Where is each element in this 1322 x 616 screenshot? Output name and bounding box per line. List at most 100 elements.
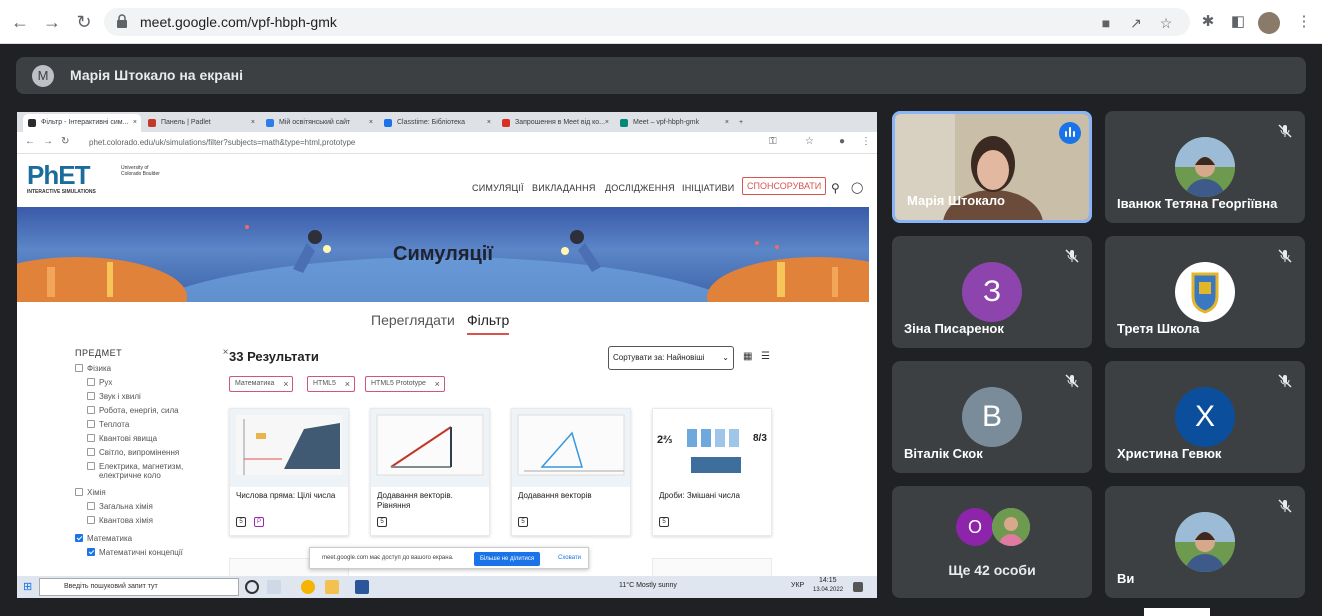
- participant-avatar: В: [962, 387, 1022, 447]
- participant-avatar: З: [962, 262, 1022, 322]
- notifications-icon: [853, 582, 863, 592]
- shared-address-bar: ← → ↻ phet.colorado.edu/uk/simulations/f…: [17, 132, 877, 154]
- profile-avatar[interactable]: [1258, 12, 1280, 34]
- clock-date: 13.04.2022: [813, 587, 844, 593]
- participant-tile[interactable]: В Віталік Скок: [892, 361, 1092, 473]
- mic-off-icon: [1278, 124, 1292, 138]
- hide-button: Сховати: [558, 555, 582, 561]
- browser-toolbar: ← → ↻ meet.google.com/vpf-hbph-gmk ■ ↗ ☆…: [0, 0, 1322, 44]
- shared-tab: Фільтр - Інтерактивні сим... ×: [23, 114, 141, 132]
- participant-name: Іванюк Тетяна Георгіївна: [1117, 196, 1278, 211]
- participant-photo: [1175, 137, 1235, 197]
- checkbox-checked: [87, 548, 95, 556]
- clock-time: 14:15: [819, 577, 837, 584]
- participant-tile[interactable]: Марія Штокало: [892, 111, 1092, 223]
- menu-initiatives: ІНІЦІАТИВИ: [682, 183, 735, 193]
- participant-photo: [1175, 512, 1235, 572]
- share-icon[interactable]: ↗: [1128, 15, 1144, 31]
- prototype-icon: P: [254, 517, 264, 527]
- shared-screen: Фільтр - Інтерактивні сим... × Панель | P…: [17, 112, 877, 598]
- participant-tile[interactable]: Іванюк Тетяна Георгіївна: [1105, 111, 1305, 223]
- filter-general-chem: Загальна хімія: [87, 502, 225, 516]
- checkbox: [87, 434, 95, 442]
- tab-favicon: [148, 119, 156, 127]
- tab-favicon: [266, 119, 274, 127]
- shared-tab: Meet – vpf-hbph-gmk ×: [615, 114, 733, 132]
- sidebar-title: ПРЕДМЕТ ×: [75, 347, 229, 358]
- back-icon[interactable]: ←: [10, 12, 30, 32]
- url-text: meet.google.com/vpf-hbph-gmk: [140, 14, 337, 30]
- chevron-down-icon: ⌄: [722, 353, 729, 362]
- word-icon: [355, 580, 369, 594]
- menu-dots-icon: ⋮: [861, 136, 871, 147]
- shared-tab: Панель | Padlet ×: [143, 114, 259, 132]
- tab-favicon: [384, 119, 392, 127]
- sort-select: Сортувати за: Найновіші ⌄: [608, 346, 734, 370]
- menu-simulations: СИМУЛЯЦІЇ: [472, 183, 524, 193]
- star-icon[interactable]: ☆: [1158, 15, 1174, 31]
- shared-tab: Classtime: Бібліотека ×: [379, 114, 495, 132]
- participant-avatar: Х: [1175, 387, 1235, 447]
- reload-icon[interactable]: ↻: [74, 12, 94, 32]
- chrome-taskbar-icon: [301, 580, 315, 594]
- forward-icon[interactable]: →: [42, 12, 62, 32]
- presenter-avatar: M: [32, 65, 54, 87]
- participant-name: Зіна Писаренок: [904, 321, 1004, 336]
- html5-icon: 5: [518, 517, 528, 527]
- close-icon: ×: [250, 119, 255, 126]
- phet-header: PhET INTERACTIVE SIMULATIONS University …: [17, 155, 869, 207]
- address-bar[interactable]: meet.google.com/vpf-hbph-gmk ■ ↗ ☆: [104, 8, 1190, 36]
- menu-dots-icon[interactable]: ⋮: [1294, 12, 1314, 32]
- sim-card: 2⅔ 8/3 Дроби: Змішані числа 5: [652, 408, 772, 536]
- filter-sound: Звук і хвилі: [87, 392, 225, 406]
- bottom-edge-element: [1144, 608, 1210, 616]
- tab-favicon: [28, 119, 36, 127]
- close-icon: ×: [604, 119, 609, 126]
- presenter-banner: M Марія Штокало на екрані: [16, 57, 1306, 94]
- side-panel-icon[interactable]: ◧: [1228, 12, 1248, 32]
- participant-tile[interactable]: З Зіна Писаренок: [892, 236, 1092, 348]
- participant-tile[interactable]: Третя Школа: [1105, 236, 1305, 348]
- close-icon: ×: [344, 379, 350, 389]
- menu-research: ДОСЛІДЖЕННЯ: [605, 183, 675, 193]
- filter-chip: HTML5 Prototype ×: [365, 376, 445, 392]
- more-participants-tile[interactable]: О Ще 42 особи: [892, 486, 1092, 598]
- participant-name: Ви: [1117, 571, 1135, 586]
- sim-thumbnail: 2⅔ 8/3: [653, 409, 771, 487]
- participant-name: Христина Гевюк: [1117, 446, 1222, 461]
- filter-motion: Рух: [87, 378, 225, 392]
- sim-thumbnail: [230, 409, 348, 487]
- language-indicator: УКР: [791, 582, 805, 589]
- checkbox: [87, 420, 95, 428]
- more-participants-label: Ще 42 особи: [948, 562, 1036, 578]
- participant-tile-self[interactable]: Ви: [1105, 486, 1305, 598]
- filter-sidebar: ПРЕДМЕТ × Фізика Рух Звук і хвилі Робота,…: [75, 347, 229, 562]
- shared-tabstrip: Фільтр - Інтерактивні сим... × Панель | P…: [17, 112, 877, 132]
- mic-off-icon: [1278, 499, 1292, 513]
- extensions-icon[interactable]: ✱: [1198, 12, 1218, 32]
- camera-icon[interactable]: ■: [1098, 15, 1114, 31]
- subtabs: Переглядати Фільтр: [17, 308, 869, 338]
- sim-title: Дроби: Змішані числа: [659, 491, 740, 500]
- mic-off-icon: [1278, 374, 1292, 388]
- sim-card: Додавання векторів. Рівняння 5: [370, 408, 490, 536]
- close-icon: ×: [724, 119, 729, 126]
- filter-quantum-chem: Квантова хімія: [87, 516, 225, 530]
- checkbox: [87, 378, 95, 386]
- svg-text:8/3: 8/3: [753, 433, 767, 444]
- tab-favicon: [502, 119, 510, 127]
- filter-math-concepts: Математичні концепції: [87, 548, 225, 562]
- forward-icon: →: [43, 136, 53, 147]
- key-icon: ⚿: [769, 136, 777, 147]
- html5-icon: 5: [236, 517, 246, 527]
- search-icon: ⚲: [831, 181, 840, 195]
- participant-tile[interactable]: Х Христина Гевюк: [1105, 361, 1305, 473]
- filter-chemistry: Хімія: [75, 488, 225, 502]
- back-icon: ←: [25, 136, 35, 147]
- participant-name: Третя Школа: [1117, 321, 1200, 336]
- sim-card: Числова пряма: Цілі числа 5 P: [229, 408, 349, 536]
- shared-url: phet.colorado.edu/uk/simulations/filter?…: [89, 138, 356, 147]
- speaking-indicator-icon: [1059, 122, 1081, 144]
- star-icon: ☆: [805, 136, 814, 147]
- sim-card-partial: [652, 558, 772, 578]
